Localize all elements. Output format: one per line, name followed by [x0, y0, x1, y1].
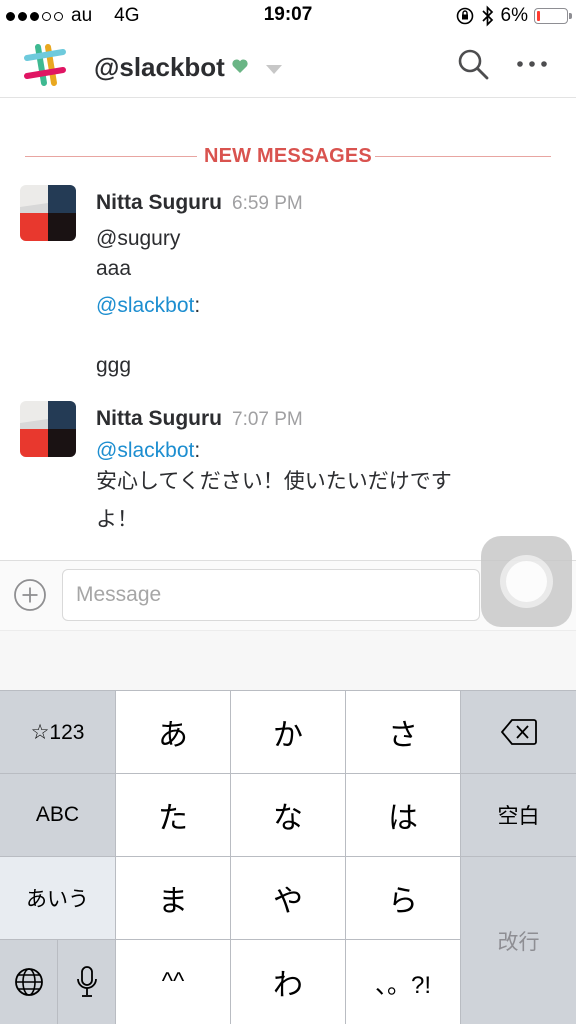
channel-header: @slackbot	[0, 32, 576, 98]
search-icon[interactable]	[456, 47, 490, 81]
mention-link[interactable]: @slackbot	[96, 439, 194, 462]
key-ra[interactable]: ら	[346, 857, 460, 939]
message-line: 安心してください！使いたいだけです	[96, 469, 452, 493]
globe-icon[interactable]	[0, 940, 57, 1024]
slack-logo[interactable]	[22, 42, 68, 88]
key-ma[interactable]: ま	[116, 857, 230, 939]
backspace-icon[interactable]	[461, 691, 576, 773]
battery-percent: 6%	[500, 5, 528, 26]
message-line: @slackbot:	[96, 294, 201, 317]
message-author[interactable]: Nitta Suguru	[96, 407, 222, 430]
add-attachment-button[interactable]	[13, 578, 47, 612]
key-numbers[interactable]: ☆123	[0, 691, 115, 773]
microphone-icon[interactable]	[58, 940, 115, 1024]
key-wa[interactable]: わ	[231, 940, 345, 1024]
key-ta[interactable]: た	[116, 774, 230, 856]
new-messages-label: NEW MESSAGES	[204, 145, 372, 167]
mention-link[interactable]: @slackbot	[96, 294, 194, 317]
key-a[interactable]: あ	[116, 691, 230, 773]
channel-title[interactable]: @slackbot	[94, 52, 225, 83]
avatar[interactable]	[20, 401, 76, 457]
key-punctuation[interactable]: 、。?!	[346, 940, 460, 1024]
message-time: 6:59 PM	[232, 193, 303, 214]
key-abc[interactable]: ABC	[0, 774, 115, 856]
assistive-touch-button[interactable]	[481, 536, 572, 627]
japanese-keyboard: ☆123 ABC あいう あ か さ た な は ま や ら ^^ わ 、。?!	[0, 690, 576, 1024]
message-item[interactable]: Nitta Suguru 6:59 PM @sugury aaa @slackbo…	[20, 185, 560, 385]
key-ya[interactable]: や	[231, 857, 345, 939]
battery-icon	[534, 8, 572, 24]
message-author[interactable]: Nitta Suguru	[96, 191, 222, 214]
more-icon[interactable]	[514, 54, 550, 74]
key-ha[interactable]: は	[346, 774, 460, 856]
keyboard-suggestion-bar	[0, 630, 576, 690]
rotation-lock-icon	[456, 7, 473, 25]
key-space[interactable]: 空白	[461, 774, 576, 856]
message-input[interactable]	[63, 570, 479, 620]
message-time: 7:07 PM	[232, 409, 303, 430]
key-return[interactable]: 改行	[461, 857, 576, 1024]
message-line: @slackbot:	[96, 439, 201, 462]
status-bar: au 4G 19:07 6%	[0, 0, 576, 32]
key-kana[interactable]: あいう	[0, 857, 115, 939]
key-sa[interactable]: さ	[346, 691, 460, 773]
key-ka[interactable]: か	[231, 691, 345, 773]
bluetooth-icon	[481, 5, 493, 27]
message-line: よ！	[96, 507, 138, 531]
chevron-down-icon[interactable]	[266, 65, 282, 74]
new-messages-divider: NEW MESSAGES	[25, 142, 551, 170]
message-field-wrapper	[62, 569, 480, 621]
key-emoticon[interactable]: ^^	[116, 940, 230, 1024]
message-line: ggg	[96, 354, 132, 377]
heart-icon	[232, 59, 248, 73]
key-na[interactable]: な	[231, 774, 345, 856]
message-line: aaa	[96, 257, 132, 280]
message-item[interactable]: Nitta Suguru 7:07 PM @slackbot: 安心してください！…	[20, 401, 560, 541]
avatar[interactable]	[20, 185, 76, 241]
message-line: @sugury	[96, 227, 181, 250]
